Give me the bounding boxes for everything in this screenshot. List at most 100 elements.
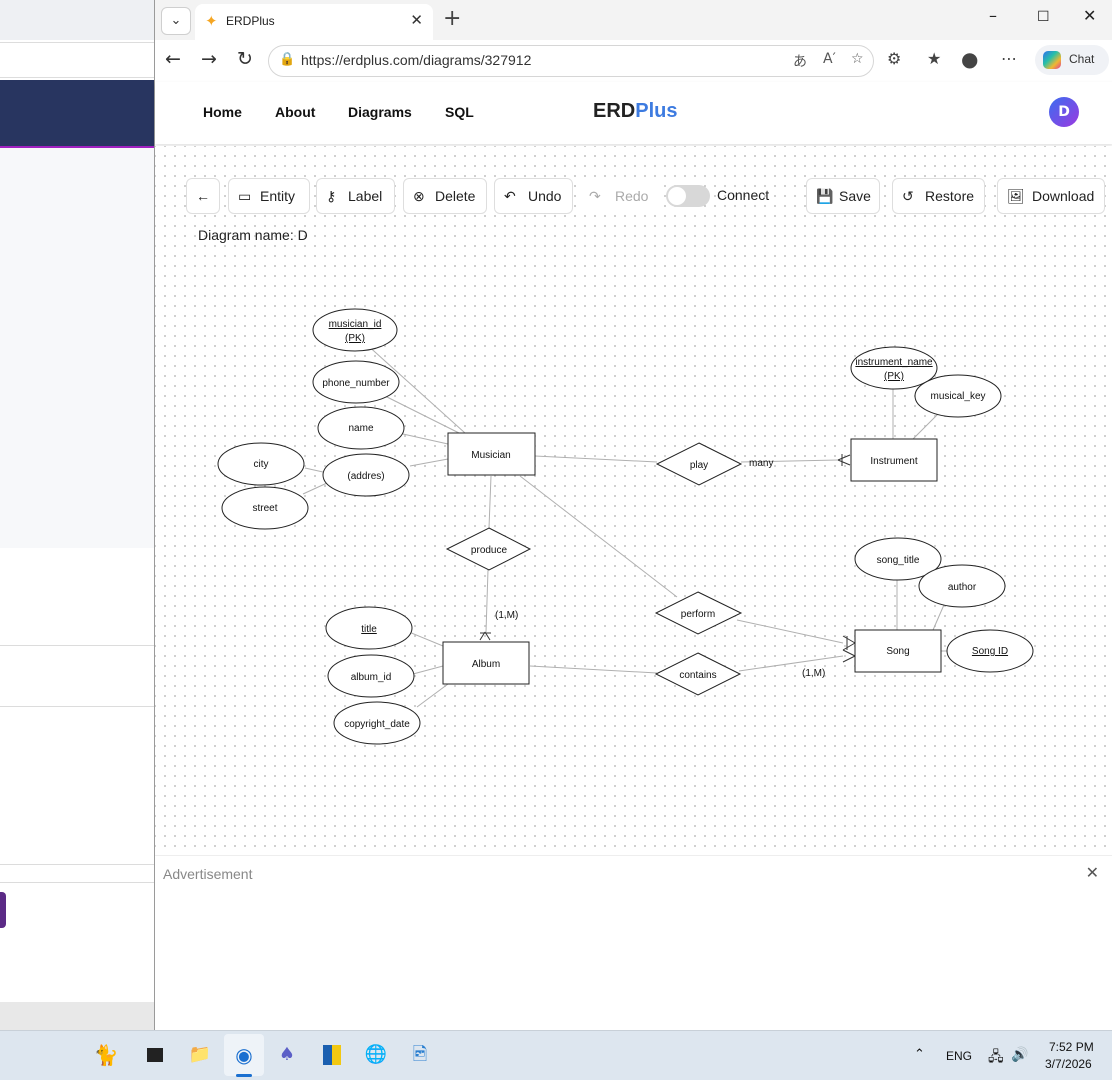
- attribute-musician-pk-label: (PK): [345, 333, 365, 344]
- connector-line[interactable]: [485, 569, 489, 633]
- lock-icon[interactable]: 🔒: [279, 52, 295, 67]
- address-field[interactable]: 🔒 https://erdplus.com/diagrams/327912 あ …: [268, 45, 874, 77]
- crows-feet: [479, 454, 856, 663]
- background-button[interactable]: [0, 892, 6, 928]
- tab-actions-button[interactable]: ⌄: [161, 7, 191, 35]
- url-text[interactable]: https://erdplus.com/diagrams/327912: [301, 52, 531, 68]
- relationship-perform-label: perform: [681, 609, 715, 620]
- connector-line[interactable]: [736, 619, 844, 644]
- attribute-ellipses: [217, 308, 1034, 745]
- new-tab-button[interactable]: +: [443, 6, 461, 31]
- tab-erdplus[interactable]: ✦ ERDPlus ✕: [195, 4, 433, 40]
- attribute-phone-number-label: phone_number: [322, 378, 390, 389]
- volume-icon[interactable]: 🔊: [1011, 1046, 1028, 1063]
- forward-button[interactable]: →: [201, 48, 217, 70]
- connector-line[interactable]: [529, 665, 658, 674]
- close-window-button[interactable]: ✕: [1083, 6, 1096, 25]
- show-hidden-icons[interactable]: ⌃: [914, 1046, 925, 1062]
- background-window: [0, 0, 154, 1030]
- background-panel: [0, 148, 154, 548]
- user-avatar[interactable]: D: [1049, 97, 1079, 127]
- address-toolbar: ← → ↻ 🔒 https://erdplus.com/diagrams/327…: [155, 40, 1112, 83]
- connector-line[interactable]: [416, 683, 449, 708]
- brand-logo[interactable]: ERDPlus: [593, 100, 677, 123]
- connector-line[interactable]: [302, 482, 328, 495]
- attribute-album-id-label: album_id: [351, 672, 392, 683]
- background-header: [0, 80, 154, 148]
- connector-line[interactable]: [519, 475, 678, 598]
- taskbar: 🐈 📁 ◉ ♠ 🌐 🖻 ⌃ ENG 🖧 🔊 7:52 PM 3/7/2026: [0, 1030, 1112, 1080]
- nav-sql[interactable]: SQL: [445, 104, 474, 120]
- clock-time[interactable]: 7:52 PM: [1049, 1040, 1094, 1054]
- nav-home[interactable]: Home: [203, 104, 242, 120]
- crows-foot-instrument: [837, 454, 851, 466]
- attribute-street-label: street: [252, 503, 277, 514]
- clock-date[interactable]: 3/7/2026: [1045, 1057, 1092, 1071]
- active-indicator: [236, 1074, 252, 1077]
- attribute-city-label: city: [254, 459, 269, 470]
- attribute-instrument-pk-label: (PK): [884, 371, 904, 382]
- more-options-icon[interactable]: ⋯: [1001, 49, 1017, 68]
- background-titlebar: [0, 0, 154, 40]
- crows-foot-song-perform: [842, 635, 856, 651]
- connector-line[interactable]: [304, 467, 324, 473]
- network-app-icon[interactable]: 🌐: [364, 1043, 388, 1067]
- translate-icon[interactable]: あ: [793, 51, 807, 71]
- attribute-copyright-date-label: copyright_date: [344, 719, 410, 730]
- connector-line[interactable]: [402, 433, 449, 445]
- photos-icon[interactable]: 🖻: [408, 1043, 432, 1067]
- connector-line[interactable]: [409, 458, 449, 467]
- teams-icon[interactable]: ♠: [275, 1043, 299, 1067]
- entity-musician-label: Musician: [471, 450, 510, 461]
- entity-instrument-label: Instrument: [870, 456, 917, 467]
- language-indicator[interactable]: ENG: [946, 1049, 972, 1063]
- refresh-button[interactable]: ↻: [237, 48, 253, 70]
- background-divider: [0, 864, 154, 865]
- favorite-star-icon[interactable]: ☆: [851, 51, 864, 67]
- task-view-icon[interactable]: [143, 1043, 167, 1067]
- connector-line[interactable]: [534, 455, 658, 463]
- powerbi-icon[interactable]: [320, 1043, 344, 1067]
- chat-label: Chat: [1069, 52, 1095, 66]
- entity-song-label: Song: [886, 646, 909, 657]
- network-icon[interactable]: 🖧: [988, 1046, 1004, 1070]
- connector-line[interactable]: [408, 631, 444, 647]
- task-view-square: [147, 1048, 163, 1062]
- copilot-icon: [1043, 51, 1061, 69]
- background-divider: [0, 882, 154, 883]
- background-divider: [0, 645, 154, 646]
- cardinality-produce-label: (1,M): [495, 610, 518, 621]
- close-ad-icon[interactable]: ✕: [1086, 863, 1099, 882]
- connector-line[interactable]: [412, 665, 444, 675]
- advertisement-label: Advertisement: [163, 866, 253, 882]
- attribute-song-title-label: song_title: [877, 555, 920, 566]
- diagram-canvas[interactable]: ← ▭ Entity ⚷ Label ⊗ Delete ↶ Undo ↷ Redo Con…: [155, 146, 1112, 854]
- nav-about[interactable]: About: [275, 104, 315, 120]
- nav-diagrams[interactable]: Diagrams: [348, 104, 412, 120]
- edge-browser-icon[interactable]: ◉: [232, 1043, 256, 1067]
- read-aloud-icon[interactable]: A′: [823, 51, 836, 67]
- crows-foot-song-contains: [842, 649, 856, 663]
- connector-line[interactable]: [912, 413, 939, 440]
- tab-title: ERDPlus: [226, 14, 275, 28]
- favorites-icon[interactable]: ★: [927, 49, 941, 68]
- background-address-bar[interactable]: [0, 42, 154, 78]
- widget-icon[interactable]: 🐈: [86, 1043, 126, 1067]
- connector-line[interactable]: [738, 655, 844, 672]
- tab-bar: ⌄ ✦ ERDPlus ✕ + – ☐ ✕: [155, 0, 1112, 40]
- back-button[interactable]: ←: [165, 48, 181, 70]
- er-diagram[interactable]: Musician Instrument Album Song play prod…: [155, 146, 1112, 854]
- powerbi-shape: [323, 1045, 341, 1065]
- maximize-button[interactable]: ☐: [1037, 9, 1050, 25]
- minimize-button[interactable]: –: [989, 6, 997, 25]
- entity-album-label: Album: [472, 659, 500, 670]
- tab-close-icon[interactable]: ✕: [410, 11, 423, 29]
- connector-line[interactable]: [488, 475, 492, 529]
- profile-icon[interactable]: ●: [961, 47, 978, 71]
- attribute-musician-id[interactable]: [312, 308, 398, 352]
- copilot-chat-button[interactable]: Chat: [1035, 45, 1109, 75]
- attribute-musical-key-label: musical_key: [930, 391, 985, 402]
- attribute-author-label: author: [948, 582, 977, 593]
- file-explorer-icon[interactable]: 📁: [188, 1043, 212, 1067]
- extensions-icon[interactable]: ⚙: [887, 49, 901, 68]
